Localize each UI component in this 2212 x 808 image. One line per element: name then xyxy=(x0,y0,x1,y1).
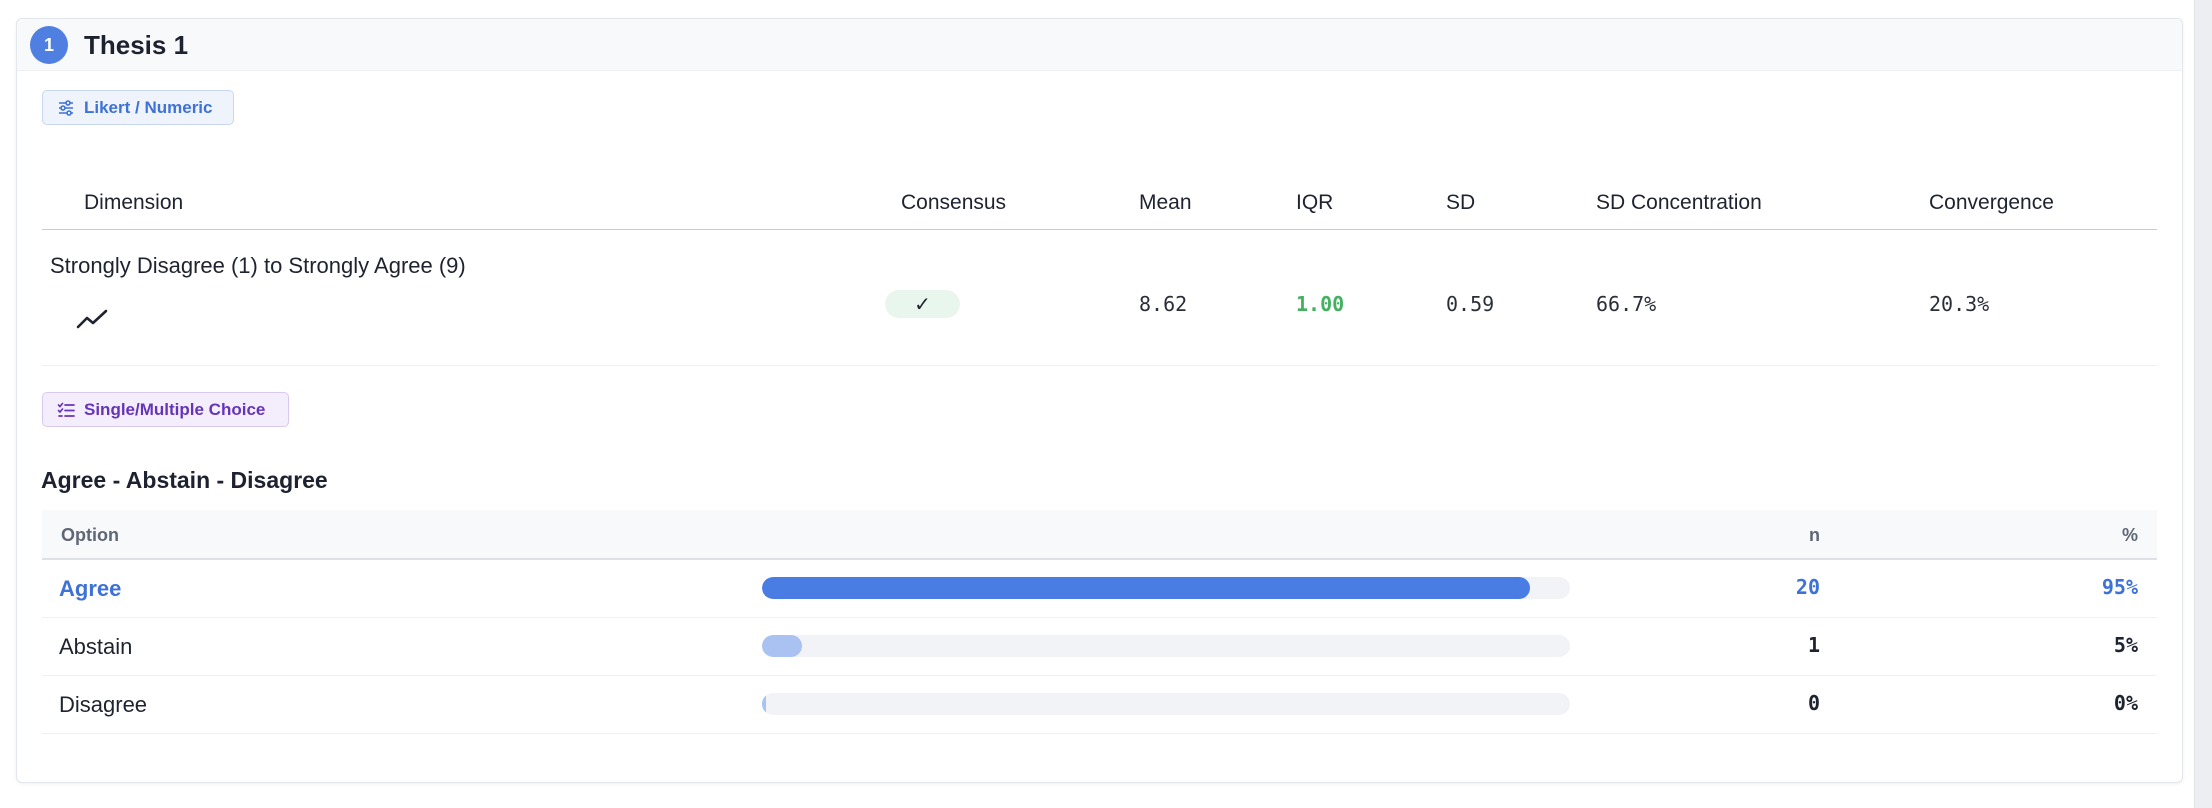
col-convergence: Convergence xyxy=(1929,191,2054,214)
option-count: 20 xyxy=(1795,575,1820,599)
col-sd-concentration: SD Concentration xyxy=(1596,191,1762,214)
col-option: Option xyxy=(61,525,119,545)
sd-value: 0.59 xyxy=(1446,292,1495,316)
option-count: 1 xyxy=(1807,633,1820,657)
trending-up-icon[interactable] xyxy=(75,305,109,333)
choice-type-label: Single/Multiple Choice xyxy=(84,399,266,419)
likert-type-badge: Likert / Numeric xyxy=(42,90,234,125)
option-bar-track xyxy=(762,693,1570,715)
likert-type-label: Likert / Numeric xyxy=(84,97,213,117)
option-label: Agree xyxy=(59,576,122,601)
option-bar-track xyxy=(762,635,1570,657)
mean-value: 8.62 xyxy=(1139,292,1188,316)
dimension-label: Strongly Disagree (1) to Strongly Agree … xyxy=(50,253,466,278)
choice-question-title: Agree - Abstain - Disagree xyxy=(41,467,328,493)
likert-row: Strongly Disagree (1) to Strongly Agree … xyxy=(42,230,2157,366)
consensus-badge: ✓ xyxy=(885,290,960,318)
choice-table-header: Option n % xyxy=(42,510,2157,560)
checklist-icon xyxy=(57,402,75,417)
col-dimension: Dimension xyxy=(84,191,184,214)
thesis-card: 1 Thesis 1 Likert / Numeric Dimension Co… xyxy=(16,18,2183,783)
col-iqr: IQR xyxy=(1296,191,1334,214)
option-row-abstain: Abstain 1 5% xyxy=(42,618,2157,676)
col-n: n xyxy=(1809,525,1820,545)
option-row-disagree: Disagree 0 0% xyxy=(42,676,2157,734)
option-row-agree: Agree 20 95% xyxy=(42,560,2157,618)
option-bar-fill xyxy=(762,635,803,657)
col-consensus: Consensus xyxy=(901,191,1007,214)
choice-type-badge: Single/Multiple Choice xyxy=(42,392,289,427)
col-pct: % xyxy=(2121,525,2138,545)
likert-table-header: Dimension Consensus Mean IQR SD SD Conce… xyxy=(42,149,2157,230)
thesis-number-badge: 1 xyxy=(30,26,68,64)
option-bar-track xyxy=(762,577,1570,599)
option-percent: 95% xyxy=(2101,575,2138,599)
page: 1 Thesis 1 Likert / Numeric Dimension Co… xyxy=(0,0,2194,808)
option-bar-fill xyxy=(762,693,767,715)
sd-concentration-value: 66.7% xyxy=(1596,292,1657,316)
col-mean: Mean xyxy=(1139,191,1192,214)
option-label: Disagree xyxy=(59,692,148,717)
convergence-value: 20.3% xyxy=(1929,292,1990,316)
option-count: 0 xyxy=(1807,691,1820,715)
sliders-icon xyxy=(59,99,73,116)
option-label: Abstain xyxy=(59,634,133,659)
option-bar-fill xyxy=(762,577,1530,599)
col-sd: SD xyxy=(1446,191,1476,214)
option-percent: 5% xyxy=(2113,633,2138,657)
iqr-value: 1.00 xyxy=(1296,292,1345,316)
thesis-title: Thesis 1 xyxy=(84,30,189,60)
option-percent: 0% xyxy=(2113,691,2138,715)
thesis-header: 1 Thesis 1 xyxy=(17,19,2182,71)
scroll-rail[interactable] xyxy=(2194,0,2212,808)
